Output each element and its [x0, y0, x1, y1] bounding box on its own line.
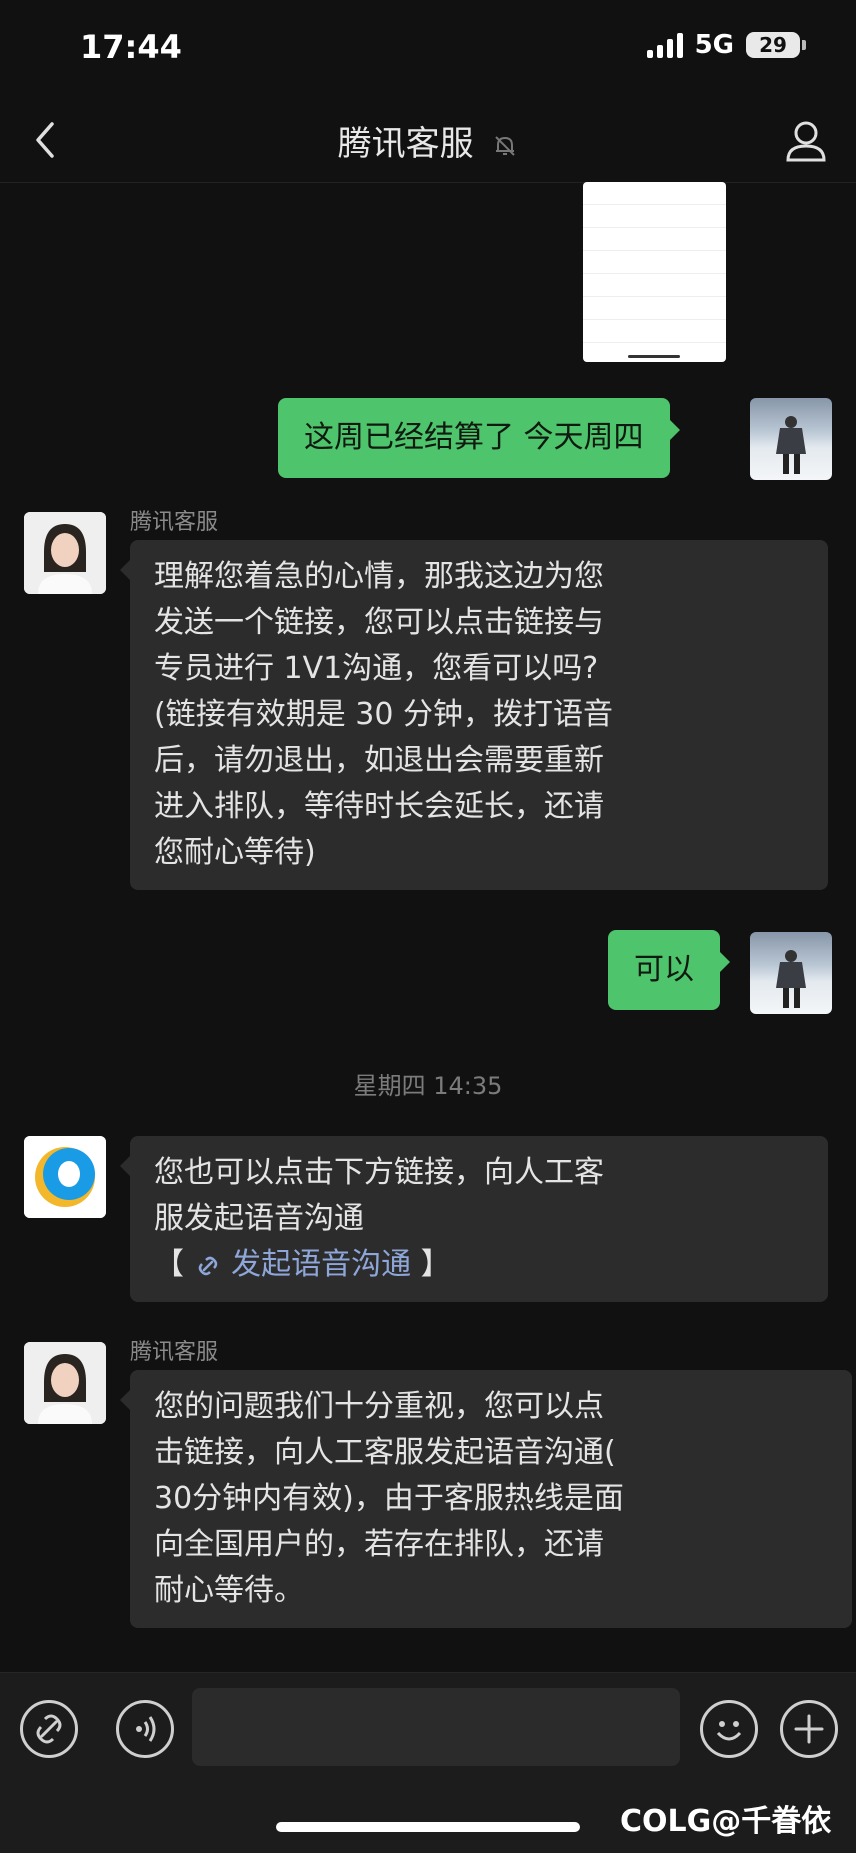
agent-photo — [24, 1342, 106, 1424]
link-icon — [36, 1714, 62, 1744]
chat-header: 腾讯客服 — [0, 100, 856, 183]
my-avatar[interactable] — [750, 398, 832, 480]
thumb-row — [583, 343, 726, 362]
thumb-row — [583, 205, 726, 228]
voice-call-link[interactable]: 【 发起语音沟通 】 — [154, 1242, 804, 1288]
signal-icon — [646, 32, 683, 58]
agent-message-bubble[interactable]: 您的问题我们十分重视，您可以点 击链接，向人工客服发起语音沟通( 30分钟内有效… — [120, 1370, 852, 1628]
status-time: 17:44 — [80, 28, 182, 66]
agent-avatar[interactable] — [24, 1342, 106, 1424]
link-icon — [198, 1256, 217, 1275]
bell-off-icon — [495, 135, 516, 156]
agent-message-bubble[interactable]: 理解您着急的心情，那我这边为您 发送一个链接，您可以点击链接与 专员进行 1V1… — [120, 540, 828, 890]
image-message-thumbnail[interactable] — [583, 182, 726, 362]
message-text: 这周已经结算了 今天周四 — [304, 420, 644, 455]
my-avatar[interactable] — [750, 932, 832, 1014]
agent-photo — [24, 512, 106, 594]
thumb-row — [583, 297, 726, 320]
thumb-row — [583, 274, 726, 297]
agent-avatar[interactable] — [24, 512, 106, 594]
emoji-button[interactable] — [700, 1700, 758, 1758]
thumb-row — [583, 228, 726, 251]
thumb-scroll-bar — [628, 355, 680, 358]
my-message-bubble[interactable]: 这周已经结算了 今天周四 — [278, 398, 680, 478]
voice-button[interactable] — [116, 1700, 174, 1758]
message-text: 理解您着急的心情，那我这边为您 发送一个链接，您可以点击链接与 专员进行 1V1… — [154, 559, 613, 870]
bot-message-bubble[interactable]: 您也可以点击下方链接，向人工客 服发起语音沟通 【 发起语音沟通 】 — [120, 1136, 828, 1302]
qq-service-logo — [24, 1136, 106, 1218]
watermark: COLG@千眷依 — [620, 1804, 832, 1839]
link-bracket-open: 【 — [154, 1247, 184, 1282]
chat-title: 腾讯客服 — [337, 124, 474, 164]
chat-timestamp: 星期四 14:35 — [353, 1072, 503, 1100]
voice-call-link-label[interactable]: 发起语音沟通 — [231, 1247, 411, 1282]
plus-icon — [794, 1714, 824, 1744]
message-text: 您也可以点击下方链接，向人工客 服发起语音沟通 — [154, 1155, 604, 1236]
chat-title-wrap: 腾讯客服 — [0, 116, 856, 165]
snow-scene-image — [776, 950, 806, 1008]
message-text: 您的问题我们十分重视，您可以点 击链接，向人工客服发起语音沟通( 30分钟内有效… — [154, 1389, 624, 1608]
my-message-bubble[interactable]: 可以 — [608, 930, 730, 1010]
battery-icon: 29 — [746, 32, 806, 58]
sender-name: 腾讯客服 — [130, 1340, 219, 1365]
status-right: 5G 29 — [646, 30, 806, 60]
message-input[interactable] — [192, 1688, 680, 1766]
bot-avatar[interactable] — [24, 1136, 106, 1218]
emoji-icon — [716, 1721, 742, 1741]
thumb-row — [583, 320, 726, 343]
thumb-row — [583, 182, 726, 205]
profile-icon[interactable] — [784, 118, 828, 164]
sender-name: 腾讯客服 — [130, 510, 219, 535]
home-indicator — [276, 1822, 580, 1832]
snow-scene-image — [776, 416, 806, 474]
link-bracket-close: 】 — [420, 1247, 451, 1282]
plus-button[interactable] — [780, 1700, 838, 1758]
status-bar: 17:44 5G 29 — [0, 0, 856, 100]
message-text: 可以 — [634, 952, 694, 987]
thumb-row — [583, 251, 726, 274]
voice-icon — [136, 1716, 156, 1742]
network-type: 5G — [694, 30, 734, 60]
link-button[interactable] — [20, 1700, 78, 1758]
